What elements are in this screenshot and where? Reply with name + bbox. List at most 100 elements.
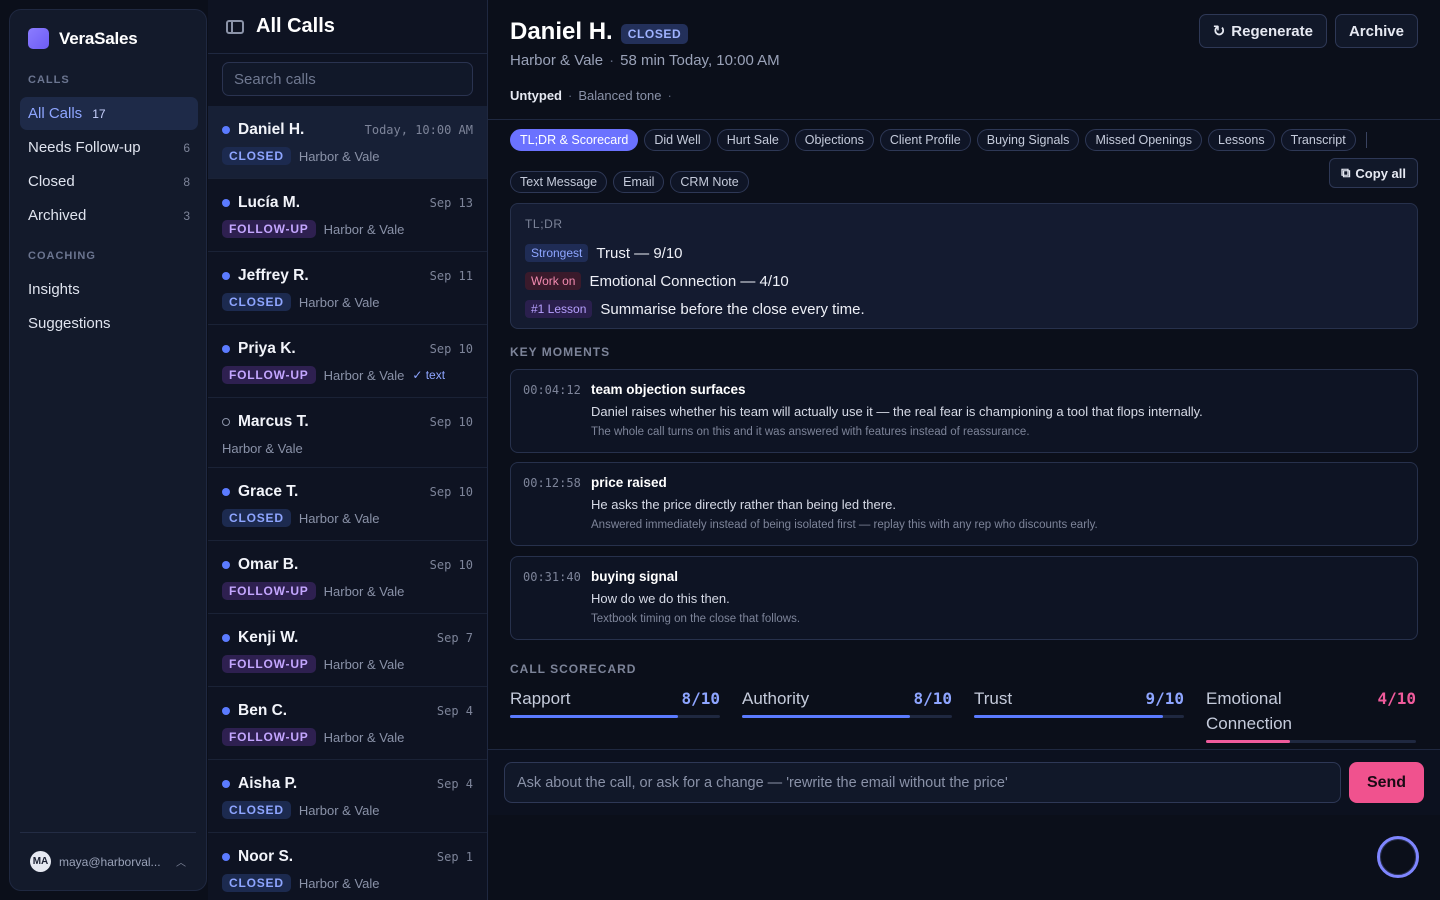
detail-actions: ↻ Regenerate Archive	[1198, 14, 1418, 48]
call-sub-meta: Untyped · Balanced tone ·	[510, 88, 678, 103]
tab-buying-signals[interactable]: Buying Signals	[976, 129, 1080, 151]
call-list-item[interactable]: Aisha P. Sep 4 CLOSED Harbor & Vale	[208, 760, 487, 833]
user-email: maya@harborval...	[59, 854, 161, 869]
sidebar-item-all-calls[interactable]: All Calls 17	[20, 97, 198, 130]
call-company: Harbor & Vale	[298, 294, 380, 310]
tldr-label: TL;DR	[525, 217, 563, 231]
tab-objections[interactable]: Objections	[794, 129, 874, 151]
call-type[interactable]: Untyped	[510, 88, 562, 103]
call-company: Harbor & Vale	[323, 656, 405, 672]
key-moments-label: KEY MOMENTS	[510, 345, 611, 359]
brand[interactable]: VeraSales	[28, 28, 138, 49]
call-date: Today, 10:00 AM	[364, 123, 473, 137]
chat-input[interactable]: Ask about the call, or ask for a change …	[504, 762, 1341, 803]
score-value: 4/10	[1377, 689, 1416, 708]
key-moment[interactable]: 00:31:40 buying signal How do we do this…	[510, 556, 1418, 640]
tab-hurt-sale[interactable]: Hurt Sale	[716, 129, 789, 151]
call-list-item[interactable]: Noor S. Sep 1 CLOSED Harbor & Vale	[208, 833, 487, 900]
regenerate-button[interactable]: ↻ Regenerate	[1198, 14, 1327, 48]
tab-tl-dr-scorecard[interactable]: TL;DR & Scorecard	[510, 129, 639, 151]
call-list-item[interactable]: Ben C. Sep 4 FOLLOW-UP Harbor & Vale	[208, 687, 487, 760]
status-badge: CLOSED	[222, 293, 291, 311]
calls-section-label: CALLS	[28, 74, 70, 86]
sidebar-item-label: All Calls	[28, 105, 83, 122]
call-name: Daniel H.	[238, 121, 305, 138]
tab-lessons[interactable]: Lessons	[1208, 129, 1275, 151]
scorecard-label: CALL SCORECARD	[510, 662, 637, 676]
unread-dot-icon	[222, 126, 230, 134]
unread-dot-icon	[222, 634, 230, 642]
sidebar-item-count: 6	[183, 140, 190, 155]
search-input[interactable]: Search calls	[222, 62, 473, 96]
key-moment[interactable]: 00:12:58 price raised He asks the price …	[510, 462, 1418, 546]
sidebar-item-label: Suggestions	[28, 315, 111, 332]
status-badge: CLOSED	[222, 874, 291, 892]
tab-did-well[interactable]: Did Well	[644, 129, 711, 151]
call-list-item[interactable]: Priya K. Sep 10 FOLLOW-UP Harbor & Vale ✓ …	[208, 325, 487, 398]
call-date: Sep 10	[429, 485, 473, 499]
call-list-item[interactable]: Jeffrey R. Sep 11 CLOSED Harbor & Vale	[208, 252, 487, 325]
unread-dot-icon	[222, 199, 230, 207]
score-value: 9/10	[1145, 689, 1184, 708]
sidebar-item-suggestions[interactable]: Suggestions	[20, 307, 198, 340]
score-name: Authority	[742, 689, 810, 708]
app-name: VeraSales	[59, 28, 138, 48]
call-name: Grace T.	[238, 483, 299, 500]
call-list-item[interactable]: Daniel H. Today, 10:00 AM CLOSED Harbor &…	[208, 106, 487, 179]
score-value: 8/10	[913, 689, 952, 708]
moment-note: Textbook timing on the close that follow…	[591, 613, 801, 625]
text-sent-indicator: ✓ text	[412, 368, 446, 382]
moment-timestamp[interactable]: 00:31:40	[523, 569, 591, 627]
tab-missed-openings[interactable]: Missed Openings	[1085, 129, 1203, 151]
user-menu[interactable]: MA maya@harborval... ︿	[20, 832, 196, 890]
unread-dot-icon	[222, 345, 230, 353]
key-moment[interactable]: 00:04:12 team objection surfaces Daniel …	[510, 369, 1418, 453]
tab-crm-note[interactable]: CRM Note	[670, 171, 749, 193]
score-name: Emotional Connection	[1206, 689, 1293, 733]
call-date: Sep 10	[429, 342, 473, 356]
moment-title: buying signal	[591, 569, 679, 584]
moment-note: The whole call turns on this and it was …	[591, 426, 1030, 438]
sidebar-item-needs-follow-up[interactable]: Needs Follow-up 6	[20, 131, 198, 164]
regenerate-label: Regenerate	[1231, 22, 1313, 40]
moment-description: He asks the price directly rather than b…	[591, 497, 896, 512]
coaching-nav: Insights Suggestions	[20, 273, 198, 341]
archive-button[interactable]: Archive	[1334, 14, 1418, 48]
chevron-up-icon: ︿	[176, 858, 186, 869]
moment-timestamp[interactable]: 00:04:12	[523, 382, 591, 440]
detail-title-row: Daniel H. CLOSED	[510, 18, 689, 46]
status-badge: CLOSED	[222, 801, 291, 819]
page-title: Daniel H.	[510, 18, 613, 45]
copy-all-button[interactable]: ⧉ Copy all	[1329, 158, 1418, 188]
tldr-lesson: #1 Lesson Summarise before the close eve…	[525, 295, 1403, 323]
sidebar-item-insights[interactable]: Insights	[20, 273, 198, 306]
moment-timestamp[interactable]: 00:12:58	[523, 475, 591, 533]
tab-client-profile[interactable]: Client Profile	[879, 129, 971, 151]
call-list-item[interactable]: Grace T. Sep 10 CLOSED Harbor & Vale	[208, 468, 487, 541]
assistant-icon[interactable]	[1377, 836, 1419, 878]
call-date: Sep 13	[429, 196, 473, 210]
call-name: Noor S.	[238, 848, 294, 865]
tab-transcript[interactable]: Transcript	[1280, 129, 1356, 151]
call-company: Harbor & Vale	[298, 802, 380, 818]
unread-dot-icon	[222, 272, 230, 280]
sidebar: VeraSales CALLS All Calls 17 Needs Follo…	[9, 9, 207, 891]
tab-email[interactable]: Email	[613, 171, 665, 193]
send-button[interactable]: Send	[1349, 762, 1424, 803]
call-list-item[interactable]: Lucía M. Sep 13 FOLLOW-UP Harbor & Vale	[208, 179, 487, 252]
score-bar-fill	[510, 715, 678, 718]
sidebar-item-archived[interactable]: Archived 3	[20, 199, 198, 232]
call-company: Harbor & Vale	[222, 440, 303, 456]
score-bar	[974, 715, 1184, 718]
sidebar-item-closed[interactable]: Closed 8	[20, 165, 198, 198]
strongest-text: Trust — 9/10	[596, 244, 683, 262]
tab-text-message[interactable]: Text Message	[510, 171, 608, 193]
call-list-item[interactable]: Marcus T. Sep 10 Harbor & Vale	[208, 398, 487, 468]
status-badge: FOLLOW-UP	[222, 655, 316, 673]
sidebar-toggle-icon[interactable]	[226, 19, 244, 34]
call-tone[interactable]: Balanced tone	[578, 88, 661, 103]
call-list-item[interactable]: Kenji W. Sep 7 FOLLOW-UP Harbor & Vale	[208, 614, 487, 687]
avatar: MA	[30, 851, 51, 872]
call-list-item[interactable]: Omar B. Sep 10 FOLLOW-UP Harbor & Vale	[208, 541, 487, 614]
refresh-icon: ↻	[1212, 23, 1226, 40]
